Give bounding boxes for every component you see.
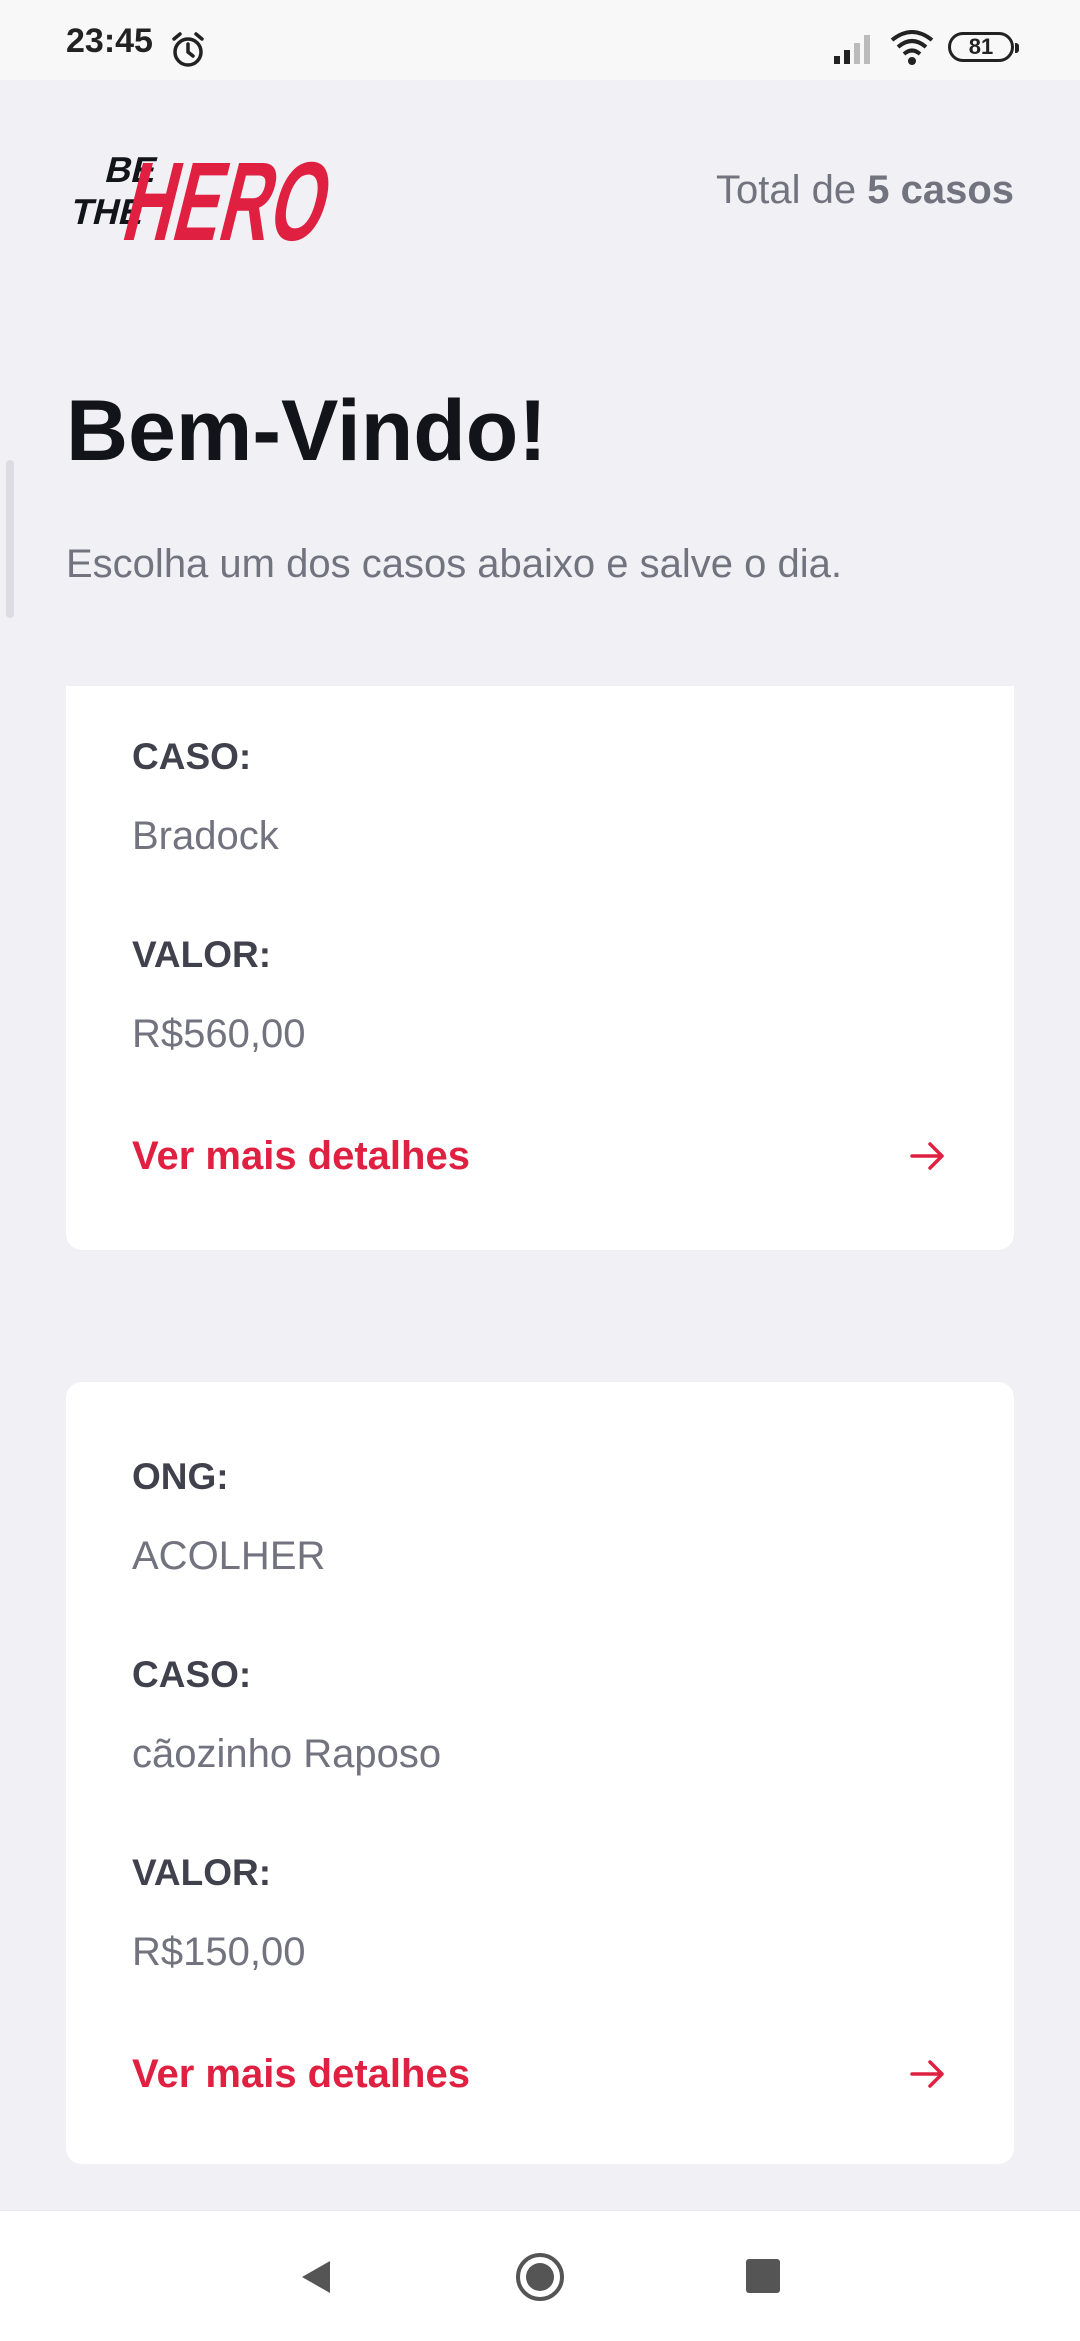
details-link[interactable]: Ver mais detalhes bbox=[132, 2052, 470, 2097]
battery-level: 81 bbox=[968, 34, 994, 59]
case-card: CASO: Bradock VALOR: R$560,00 Ver mais d… bbox=[66, 686, 1014, 1250]
arrow-right-icon[interactable] bbox=[908, 2054, 948, 2094]
value-label: VALOR: bbox=[132, 934, 272, 975]
navigation-bar bbox=[0, 2210, 1080, 2341]
value-label: VALOR: bbox=[132, 1852, 272, 1893]
ong-value: ACOLHER bbox=[132, 1534, 326, 1578]
case-label: CASO: bbox=[132, 736, 252, 777]
total-cases-prefix: Total de bbox=[716, 168, 868, 212]
signal-icon bbox=[834, 35, 870, 64]
status-time: 23:45 bbox=[66, 22, 153, 60]
home-icon[interactable] bbox=[514, 2251, 566, 2303]
alarm-icon bbox=[172, 32, 204, 67]
case-card: ONG: ACOLHER CASO: cãozinho Raposo VALOR… bbox=[66, 1382, 1014, 2164]
be-the-hero-logo: BE THE HERO bbox=[67, 140, 334, 250]
page-title: Bem-Vindo! bbox=[66, 383, 547, 479]
page-subtitle: Escolha um dos casos abaixo e salve o di… bbox=[66, 542, 842, 586]
value-value: R$150,00 bbox=[132, 1930, 306, 1974]
total-cases-count: 5 casos bbox=[867, 168, 1014, 212]
arrow-right-icon[interactable] bbox=[908, 1136, 948, 1176]
recents-icon[interactable] bbox=[746, 2259, 780, 2293]
details-link[interactable]: Ver mais detalhes bbox=[132, 1134, 470, 1179]
scroll-indicator[interactable] bbox=[6, 460, 14, 618]
total-cases: Total de 5 casos bbox=[716, 168, 1014, 213]
back-icon[interactable] bbox=[296, 2257, 336, 2297]
case-label: CASO: bbox=[132, 1654, 252, 1695]
logo-hero: HERO bbox=[113, 140, 334, 250]
case-value: Bradock bbox=[132, 814, 279, 858]
status-bar: 23:45 81 bbox=[0, 0, 1080, 80]
value-value: R$560,00 bbox=[132, 1012, 306, 1056]
wifi-icon bbox=[890, 30, 934, 65]
ong-label: ONG: bbox=[132, 1456, 229, 1497]
case-value: cãozinho Raposo bbox=[132, 1732, 442, 1776]
battery-icon: 81 bbox=[948, 32, 1019, 62]
